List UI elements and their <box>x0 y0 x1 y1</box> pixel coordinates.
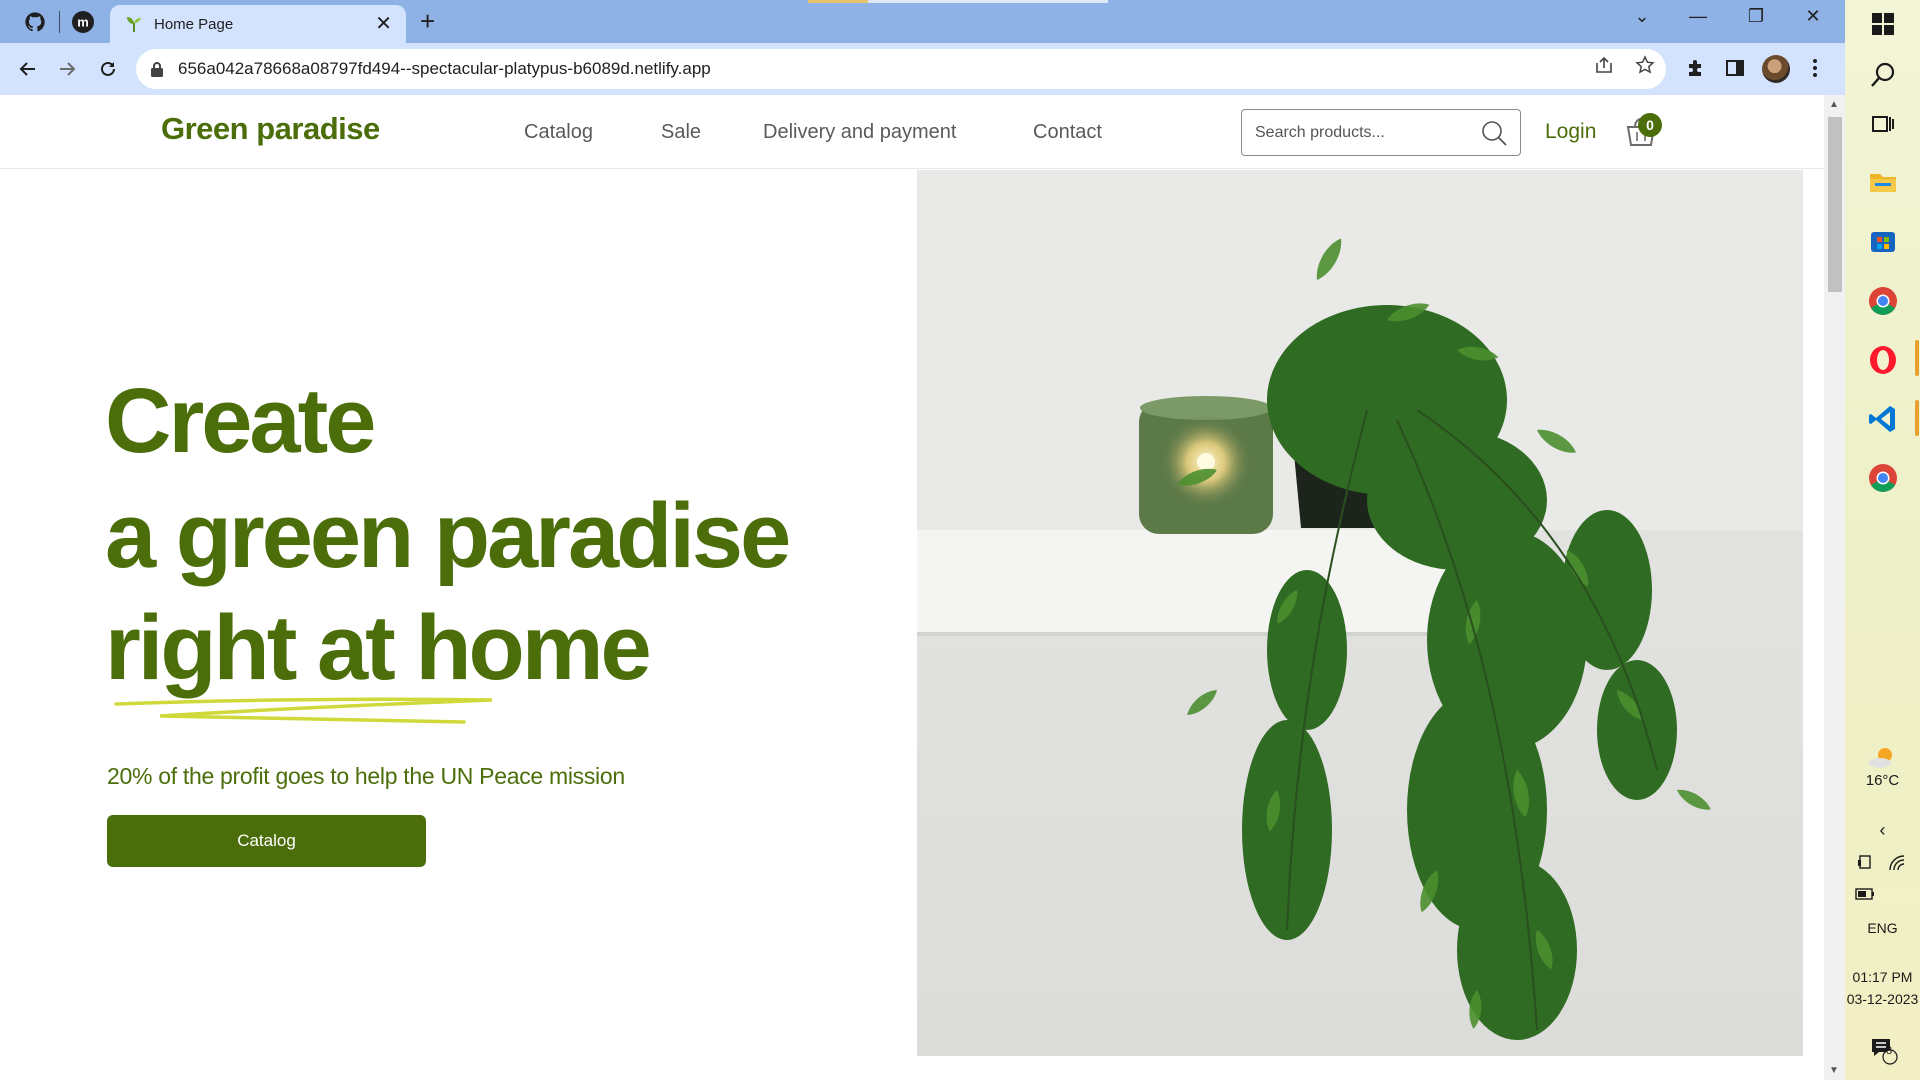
share-icon[interactable] <box>1592 53 1616 77</box>
pinned-tab-github[interactable] <box>16 6 54 38</box>
clock-time[interactable]: 01:17 PM <box>1845 969 1920 985</box>
extensions-puzzle-icon[interactable] <box>1682 55 1708 81</box>
pinned-tab-m[interactable]: m <box>64 6 102 38</box>
m-app-icon: m <box>72 11 94 33</box>
chrome-icon-2[interactable] <box>1863 458 1903 498</box>
site-header: Green paradise Catalog Sale Delivery and… <box>0 95 1824 169</box>
tab-close-icon[interactable]: ✕ <box>375 14 392 34</box>
windows-taskbar: 16°C ‹ ENG 01:17 PM 03-12-2023 8 <box>1845 0 1920 1080</box>
browser-tab-bar: m Home Page ✕ + ⌄ — ❐ ✕ <box>0 0 1845 43</box>
scrollbar-thumb[interactable] <box>1828 117 1842 292</box>
profile-avatar[interactable] <box>1762 55 1790 83</box>
side-panel-icon[interactable] <box>1722 55 1748 81</box>
notification-center-icon[interactable]: 8 <box>1863 1030 1903 1070</box>
scroll-up-arrow-icon[interactable]: ▲ <box>1829 99 1839 110</box>
nav-delivery-and-payment[interactable]: Delivery and payment <box>763 121 956 144</box>
back-button[interactable] <box>14 55 42 83</box>
page-vertical-scrollbar[interactable]: ▲ ▼ <box>1824 95 1845 1080</box>
tab-strip-indicator <box>808 0 1108 3</box>
menu-kebab-icon[interactable] <box>1802 55 1828 81</box>
forward-button[interactable] <box>53 55 81 83</box>
address-bar[interactable]: 656a042a78668a08797fd494--spectacular-pl… <box>136 49 1666 89</box>
close-window-button[interactable]: ✕ <box>1793 6 1833 27</box>
forward-arrow-icon <box>60 62 76 76</box>
search-placeholder: Search products... <box>1255 123 1385 141</box>
vscode-icon[interactable] <box>1863 399 1903 439</box>
battery-icon[interactable] <box>1851 874 1879 914</box>
weather-temperature[interactable]: 16°C <box>1845 772 1920 789</box>
hero-heading-line-1: Create <box>105 370 376 472</box>
minimize-button[interactable]: — <box>1678 6 1718 27</box>
opera-running-indicator <box>1915 340 1919 376</box>
lock-icon <box>151 62 163 77</box>
nav-sale[interactable]: Sale <box>661 121 701 144</box>
tab-search-chevron-icon[interactable]: ⌄ <box>1622 6 1662 27</box>
clock-date[interactable]: 03-12-2023 <box>1845 991 1920 1007</box>
search-icon[interactable] <box>1480 119 1508 147</box>
catalog-button[interactable]: Catalog <box>107 815 426 867</box>
windows-start-icon[interactable] <box>1863 4 1903 44</box>
cart-count-badge: 0 <box>1638 113 1662 137</box>
notification-count: 8 <box>1885 1045 1893 1057</box>
scroll-down-arrow-icon[interactable]: ▼ <box>1829 1065 1839 1076</box>
tab-title: Home Page <box>154 15 234 33</box>
hero-heading-line-3: right at home <box>105 597 652 699</box>
hero-plant-image <box>917 170 1803 1056</box>
github-icon <box>25 12 45 32</box>
restore-button[interactable]: ❐ <box>1736 6 1776 27</box>
svg-text:m: m <box>77 15 89 30</box>
hero-heading-line-2: a green paradise <box>105 485 791 587</box>
file-explorer-icon[interactable] <box>1863 162 1903 202</box>
tab-home-page[interactable]: Home Page ✕ <box>110 5 406 43</box>
back-arrow-icon <box>19 62 35 76</box>
tray-expand-chevron-icon[interactable]: ‹ <box>1845 820 1920 841</box>
task-view-icon[interactable] <box>1863 104 1903 144</box>
chrome-icon[interactable] <box>1863 281 1903 321</box>
site-logo[interactable]: Green paradise <box>161 111 380 147</box>
input-language[interactable]: ENG <box>1845 920 1920 936</box>
browser-toolbar: 656a042a78668a08797fd494--spectacular-pl… <box>0 43 1845 95</box>
opera-icon[interactable] <box>1863 340 1903 380</box>
sprout-icon <box>127 17 141 32</box>
search-products-input[interactable]: Search products... <box>1241 109 1521 156</box>
url-text: 656a042a78668a08797fd494--spectacular-pl… <box>178 59 711 78</box>
reload-icon <box>101 61 115 76</box>
pinned-separator <box>59 11 60 33</box>
wifi-icon[interactable] <box>1883 843 1911 883</box>
nav-catalog[interactable]: Catalog <box>524 121 593 144</box>
underline-scribble <box>114 697 493 724</box>
new-tab-button[interactable]: + <box>420 8 435 34</box>
vscode-running-indicator <box>1915 400 1919 436</box>
login-link[interactable]: Login <box>1545 120 1596 144</box>
nav-contact[interactable]: Contact <box>1033 121 1102 144</box>
search-taskbar-icon[interactable] <box>1863 55 1903 95</box>
bookmark-star-icon[interactable] <box>1633 53 1657 77</box>
reload-button[interactable] <box>94 55 122 83</box>
microsoft-store-icon[interactable] <box>1863 220 1903 260</box>
hero-subtitle: 20% of the profit goes to help the UN Pe… <box>107 763 625 789</box>
web-page: Green paradise Catalog Sale Delivery and… <box>0 95 1824 1080</box>
